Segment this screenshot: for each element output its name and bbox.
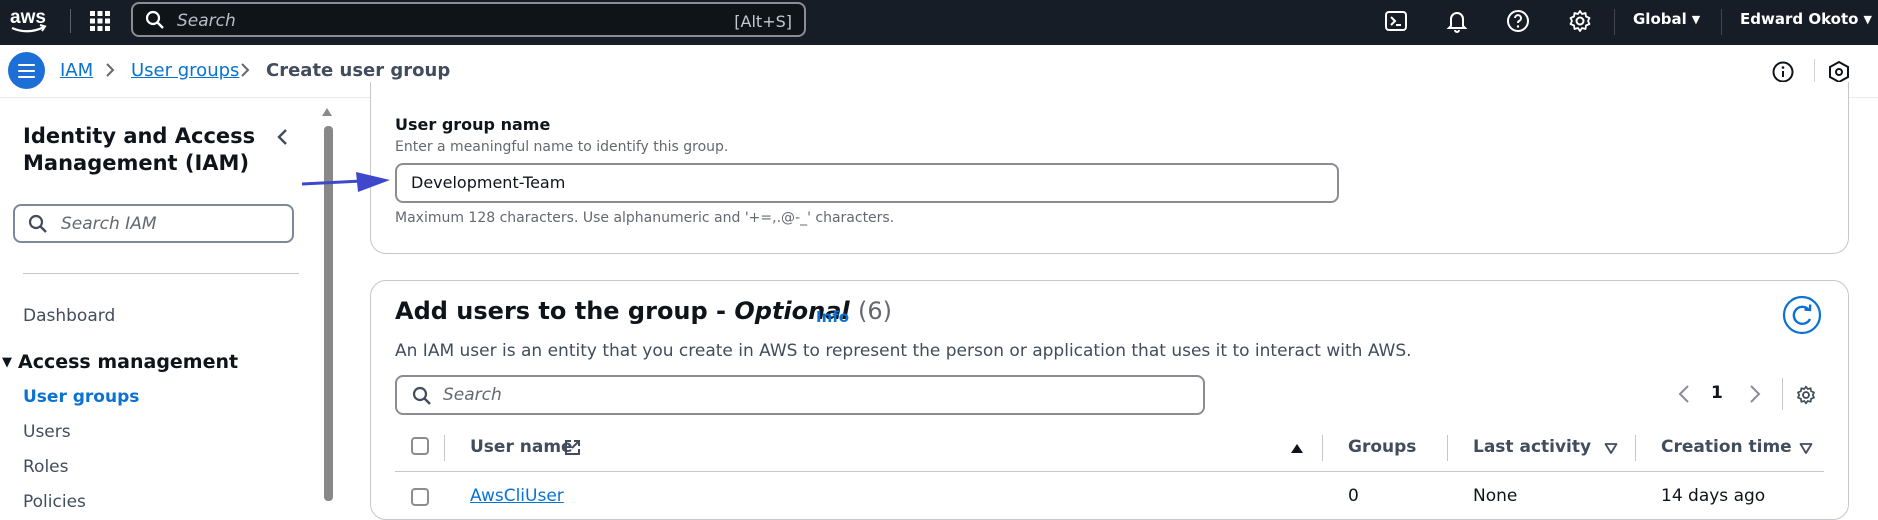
column-divider <box>1322 435 1323 461</box>
column-divider <box>1447 435 1448 461</box>
info-icon[interactable] <box>1771 60 1795 84</box>
sidebar-item-policies[interactable]: Policies <box>23 492 86 512</box>
row-checkbox[interactable] <box>411 488 429 506</box>
group-name-input[interactable]: Development-Team <box>395 163 1339 203</box>
search-icon <box>412 386 431 405</box>
table-header-divider <box>395 471 1824 472</box>
search-icon <box>145 10 164 29</box>
annotation-arrow <box>301 172 390 192</box>
cloudshell-icon[interactable] <box>1383 8 1409 34</box>
sidebar-item-users[interactable]: Users <box>23 422 71 442</box>
row-creation-time: 14 days ago <box>1661 486 1766 506</box>
external-link-icon <box>565 440 580 455</box>
column-divider <box>1635 435 1636 461</box>
column-header-last-activity[interactable]: Last activity <box>1473 437 1591 457</box>
previous-page-icon[interactable] <box>1677 383 1691 405</box>
row-groups: 0 <box>1348 486 1359 506</box>
aws-logo[interactable]: aws <box>9 4 49 38</box>
sidebar-item-user-groups[interactable]: User groups <box>23 387 139 407</box>
sidebar-item-dashboard[interactable]: Dashboard <box>23 306 115 326</box>
chevron-right-icon <box>241 63 250 77</box>
security-hub-icon[interactable] <box>1827 60 1851 84</box>
column-divider <box>444 435 445 461</box>
column-header-user-name[interactable]: User name <box>470 437 573 457</box>
row-last-activity: None <box>1473 486 1518 506</box>
column-header-groups[interactable]: Groups <box>1348 437 1416 457</box>
top-navigation: aws Search [Alt+S] Global ▼ Edward Okoto ▼ <box>0 0 1878 45</box>
search-icon <box>28 214 47 233</box>
search-placeholder: Search <box>177 11 236 31</box>
user-name-link[interactable]: AwsCliUser <box>470 486 564 506</box>
search-shortcut: [Alt+S] <box>734 12 792 31</box>
info-link[interactable]: Info <box>816 308 849 326</box>
bell-icon[interactable] <box>1444 8 1470 34</box>
group-name-label: User group name <box>395 115 551 134</box>
nav-divider <box>70 9 71 33</box>
services-grid-icon[interactable] <box>88 9 112 33</box>
breadcrumb-user-groups[interactable]: User groups <box>131 60 239 81</box>
scroll-up-arrow-icon[interactable] <box>321 106 333 117</box>
select-all-checkbox[interactable] <box>411 437 429 455</box>
search-iam-input[interactable]: Search IAM <box>13 204 294 243</box>
add-users-description: An IAM user is an entity that you create… <box>395 341 1412 361</box>
table-preferences-gear-icon[interactable] <box>1795 384 1817 406</box>
breadcrumb-iam[interactable]: IAM <box>60 60 93 81</box>
sidebar-divider <box>23 273 299 274</box>
pagination-divider <box>1782 378 1783 410</box>
account-menu[interactable]: Edward Okoto ▼ <box>1740 10 1872 28</box>
refresh-icon[interactable] <box>1782 295 1822 335</box>
search-placeholder: Search IAM <box>61 214 157 234</box>
collapse-sidebar-icon[interactable] <box>273 125 291 149</box>
sidebar-section-access-management[interactable]: ▼ Access management <box>0 351 238 373</box>
search-placeholder: Search <box>443 385 502 405</box>
current-page[interactable]: 1 <box>1711 383 1723 403</box>
users-search-input[interactable]: Search <box>395 375 1205 415</box>
group-name-constraint: Maximum 128 characters. Use alphanumeric… <box>395 210 895 226</box>
nav-separator <box>1721 9 1722 35</box>
menu-toggle-button[interactable] <box>8 52 45 89</box>
column-header-creation-time[interactable]: Creation time <box>1661 437 1792 457</box>
next-page-icon[interactable] <box>1748 383 1762 405</box>
group-name-description: Enter a meaningful name to identify this… <box>395 139 729 155</box>
chevron-right-icon <box>106 63 115 77</box>
help-icon[interactable] <box>1505 8 1531 34</box>
breadcrumb-current: Create user group <box>266 60 451 81</box>
region-selector[interactable]: Global ▼ <box>1633 10 1700 28</box>
service-title[interactable]: Identity and Access Management (IAM) <box>23 123 263 177</box>
global-search-input[interactable]: Search [Alt+S] <box>131 2 806 37</box>
sort-icon[interactable] <box>1604 441 1618 455</box>
gear-icon[interactable] <box>1567 8 1593 34</box>
caret-down-icon: ▼ <box>2 355 12 370</box>
sort-icon[interactable] <box>1799 441 1813 455</box>
side-navigation: Identity and Access Management (IAM) Sea… <box>0 98 318 512</box>
sort-ascending-icon[interactable] <box>1290 441 1304 455</box>
sidebar-item-roles[interactable]: Roles <box>23 457 69 477</box>
nav-separator <box>1614 9 1615 35</box>
